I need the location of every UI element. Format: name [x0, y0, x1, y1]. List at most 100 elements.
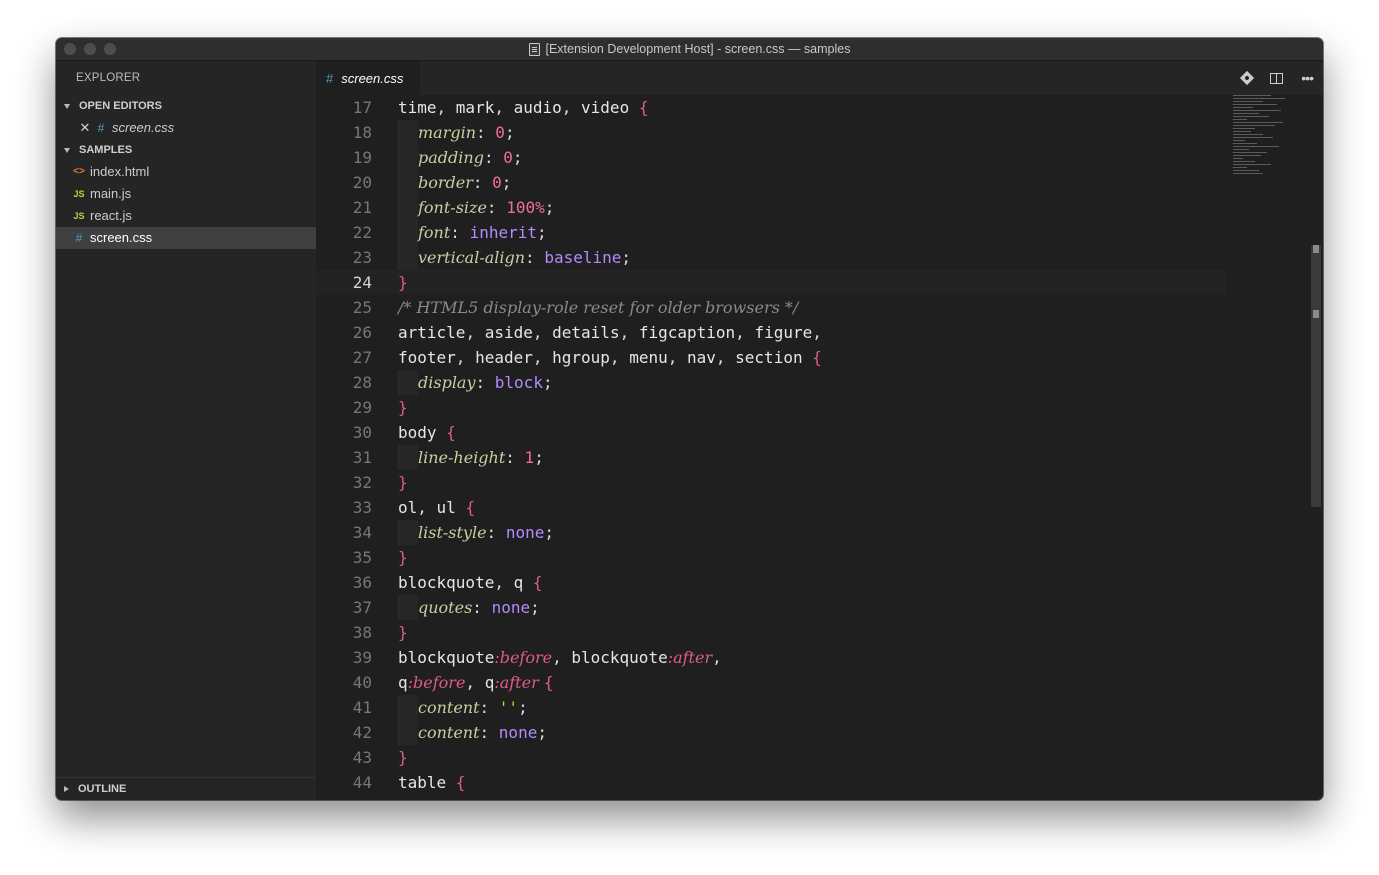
code-text: } [398, 545, 408, 570]
code-text: ol, ul { [398, 495, 475, 520]
code-token: padding [418, 148, 484, 167]
file-label: main.js [90, 186, 132, 201]
code-token: menu [629, 348, 668, 367]
sidebar: EXPLORER OPEN EDITORS ✕ # screen.css SAM… [56, 61, 316, 800]
code-line[interactable]: 22 font: inherit; [316, 220, 1226, 245]
minimap-line [1233, 158, 1243, 159]
code-line[interactable]: 35} [316, 545, 1226, 570]
code-line[interactable]: 24} [316, 270, 1226, 295]
split-editor-icon[interactable] [1270, 72, 1284, 84]
code-text: font: inherit; [398, 220, 547, 245]
samples-section-header[interactable]: SAMPLES [56, 139, 316, 161]
code-line[interactable]: 18 margin: 0; [316, 120, 1226, 145]
code-token: { [532, 573, 543, 592]
minimap[interactable] [1233, 95, 1293, 195]
outline-section-header[interactable]: OUTLINE [56, 778, 316, 800]
code-token: q [484, 673, 495, 692]
line-number: 31 [352, 448, 372, 467]
code-line[interactable]: 29} [316, 395, 1226, 420]
code-line[interactable]: 42 content: none; [316, 720, 1226, 745]
editor-actions: ••• [1240, 61, 1314, 95]
document-icon [528, 42, 540, 56]
line-number: 17 [352, 98, 372, 117]
minimap-line [1233, 113, 1259, 114]
code-line[interactable]: 30 body { [316, 420, 1226, 445]
code-token: : [479, 698, 499, 717]
git-icon[interactable] [1240, 70, 1255, 86]
code-text: } [398, 470, 408, 495]
indent-guide [398, 445, 418, 470]
code-line[interactable]: 31 line-height: 1; [316, 445, 1226, 470]
open-editor-item-screen-css[interactable]: ✕ # screen.css [56, 117, 316, 139]
line-number: 21 [352, 198, 372, 217]
code-line[interactable]: 38} [316, 620, 1226, 645]
code-line[interactable]: 39 blockquote:before, blockquote:after, [316, 645, 1226, 670]
code-token: /* HTML5 display-role reset for older br… [398, 298, 799, 317]
close-editor-icon[interactable]: ✕ [78, 117, 92, 139]
minimize-window-button[interactable] [84, 43, 96, 55]
code-text: padding: 0; [398, 145, 522, 170]
code-token: } [398, 473, 408, 492]
window-title-group: [Extension Development Host] - screen.cs… [528, 42, 851, 56]
code-token: aside [484, 323, 533, 342]
file-item-screen-css[interactable]: # screen.css [56, 227, 316, 249]
minimap-line [1233, 104, 1277, 105]
code-line[interactable]: 41 content: ''; [316, 695, 1226, 720]
code-line[interactable]: 27 footer, header, hgroup, menu, nav, sec… [316, 345, 1226, 370]
file-item-react-js[interactable]: JS react.js [56, 205, 316, 227]
code-line[interactable]: 40 q:before, q:after { [316, 670, 1226, 695]
close-window-button[interactable] [64, 43, 76, 55]
vertical-scrollbar[interactable] [1311, 245, 1321, 507]
code-token: content [418, 723, 480, 742]
code-line[interactable]: 23 vertical-align: baseline; [316, 245, 1226, 270]
code-token: q [513, 573, 533, 592]
code-line[interactable]: 34 list-style: none; [316, 520, 1226, 545]
code-line[interactable]: 25 /* HTML5 display-role reset for older … [316, 295, 1226, 320]
tab-label: screen.css [341, 70, 404, 86]
code-token: { [455, 773, 466, 792]
code-token: none [498, 723, 538, 742]
line-number: 24 [352, 273, 372, 292]
window-title: [Extension Development Host] - screen.cs… [545, 42, 851, 56]
code-line[interactable]: 26 article, aside, details, figcaption, f… [316, 320, 1226, 345]
code-line[interactable]: 37 quotes: none; [316, 595, 1226, 620]
code-line[interactable]: 43} [316, 745, 1226, 770]
code-editor[interactable]: 17 time, mark, audio, video {18 margin: 0;… [316, 95, 1323, 800]
code-line[interactable]: 17 time, mark, audio, video { [316, 95, 1226, 120]
html-file-icon: <> [73, 166, 85, 177]
code-text: article, aside, details, figcaption, fig… [398, 320, 822, 345]
more-icon[interactable]: ••• [1301, 71, 1314, 85]
file-item-main-js[interactable]: JS main.js [56, 183, 316, 205]
code-token: line-height [418, 448, 506, 467]
code-token: details [552, 323, 620, 342]
file-label: screen.css [90, 230, 153, 245]
code-line[interactable]: 36 blockquote, q { [316, 570, 1226, 595]
code-token: , [455, 348, 476, 367]
code-line[interactable]: 44 table { [316, 770, 1226, 795]
file-item-index-html[interactable]: <> index.html [56, 161, 316, 183]
code-token: , [494, 573, 514, 592]
code-text: content: ''; [398, 695, 528, 720]
code-token: figcaption [638, 323, 736, 342]
zoom-window-button[interactable] [104, 43, 116, 55]
minimap-line [1233, 107, 1253, 108]
code-line[interactable]: 21 font-size: 100%; [316, 195, 1226, 220]
code-token: , [532, 348, 553, 367]
code-text: } [398, 620, 408, 645]
indent-guide [398, 720, 418, 745]
code-line[interactable]: 19 padding: 0; [316, 145, 1226, 170]
code-token: body [398, 423, 447, 442]
code-token: { [543, 673, 554, 692]
code-line[interactable]: 33 ol, ul { [316, 495, 1226, 520]
code-line[interactable]: 20 border: 0; [316, 170, 1226, 195]
tab-screen-css[interactable]: # screen.css [316, 61, 420, 95]
code-line[interactable]: 28 display: block; [316, 370, 1226, 395]
code-token: q [398, 673, 408, 692]
code-token: } [398, 548, 408, 567]
outline-label: OUTLINE [78, 783, 127, 795]
scroll-marker [1313, 245, 1319, 253]
samples-label: SAMPLES [79, 144, 133, 156]
code-line[interactable]: 32} [316, 470, 1226, 495]
code-token: , [667, 348, 687, 367]
open-editors-section-header[interactable]: OPEN EDITORS [56, 95, 316, 117]
